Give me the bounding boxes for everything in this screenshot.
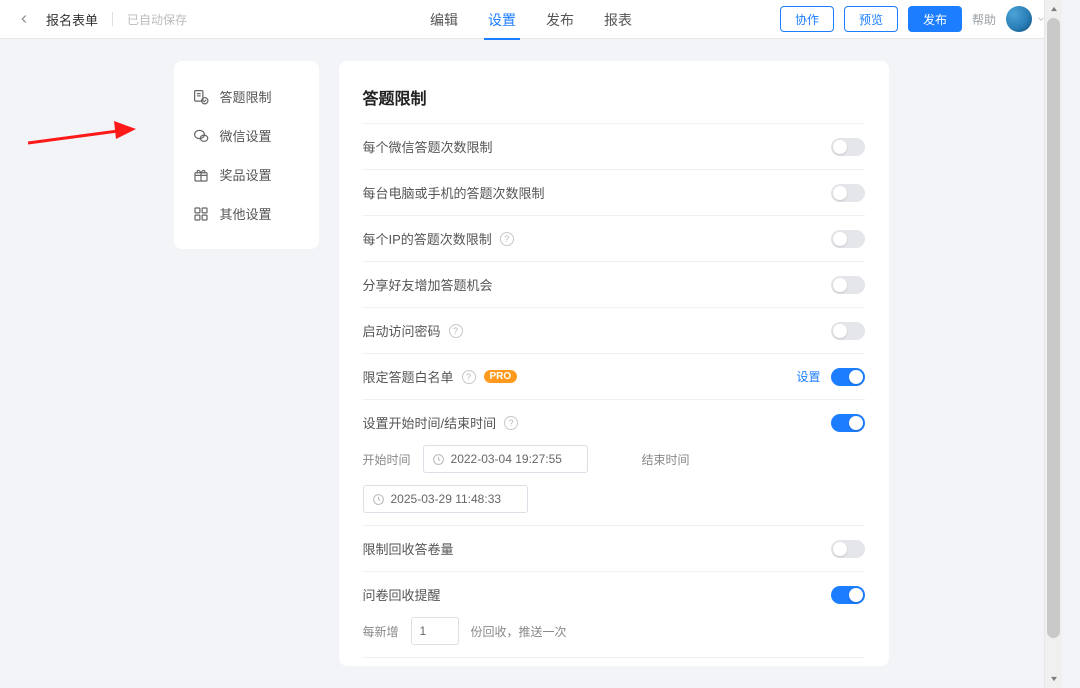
setting-label: 限定答题白名单: [363, 367, 454, 386]
setting-label: 每台电脑或手机的答题次数限制: [363, 183, 545, 202]
recycle-alert-fields: 每新增 1 份回收，推送一次: [363, 617, 865, 657]
preview-button[interactable]: 预览: [844, 6, 898, 32]
whitelist-configure-link[interactable]: 设置: [796, 368, 820, 385]
setting-label: 设置开始时间/结束时间: [363, 413, 497, 432]
sidebar-item-label: 奖品设置: [220, 165, 272, 184]
setting-whitelist: 限定答题白名单 ? PRO 设置: [363, 353, 865, 399]
setting-collect-limit: 限制回收答卷量: [363, 525, 865, 571]
setting-time-range: 设置开始时间/结束时间 ?: [363, 399, 865, 445]
end-time-label: 结束时间: [642, 451, 690, 468]
sidebar-item-label: 微信设置: [220, 126, 272, 145]
scrollbar-thumb[interactable]: [1047, 18, 1060, 638]
sidebar-item-label: 答题限制: [220, 87, 272, 106]
start-time-label: 开始时间: [363, 451, 411, 468]
toggle-ip-limit[interactable]: [831, 230, 865, 248]
toggle-recycle-alert[interactable]: [831, 586, 865, 604]
toggle-time-range[interactable]: [831, 414, 865, 432]
recycle-count-value: 1: [420, 624, 427, 638]
setting-share-chance: 分享好友增加答题机会: [363, 261, 865, 307]
setting-label: 每个微信答题次数限制: [363, 137, 493, 156]
setting-time-range-group: 设置开始时间/结束时间 ? 开始时间 2022-03-04 19:27:55 结…: [363, 399, 865, 525]
setting-device-limit: 每台电脑或手机的答题次数限制: [363, 169, 865, 215]
avatar[interactable]: [1006, 6, 1032, 32]
window-scrollbar[interactable]: [1044, 0, 1062, 688]
setting-label: 每个IP的答题次数限制: [363, 229, 492, 248]
start-time-value: 2022-03-04 19:27:55: [451, 452, 562, 466]
sidebar-item-wechat[interactable]: 微信设置: [174, 116, 319, 155]
clock-icon: [372, 493, 385, 506]
sidebar-item-answer-limit[interactable]: 答题限制: [174, 77, 319, 116]
topbar-left: 报名表单 已自动保存: [16, 10, 187, 29]
toggle-wechat-limit[interactable]: [831, 138, 865, 156]
tab-edit[interactable]: 编辑: [422, 0, 466, 39]
toggle-share-chance[interactable]: [831, 276, 865, 294]
setting-label: 分享好友增加答题机会: [363, 275, 493, 294]
auto-saved-label: 已自动保存: [127, 11, 187, 28]
back-arrow-icon[interactable]: [16, 11, 32, 27]
end-time-input[interactable]: 2025-03-29 11:48:33: [363, 485, 528, 513]
help-icon[interactable]: ?: [500, 232, 514, 246]
topbar-tabs: 编辑 设置 发布 报表: [422, 0, 640, 39]
tab-settings[interactable]: 设置: [480, 0, 524, 39]
scroll-down-button[interactable]: [1045, 670, 1062, 688]
toggle-collect-limit[interactable]: [831, 540, 865, 558]
toggle-whitelist[interactable]: [831, 368, 865, 386]
setting-ip-limit: 每个IP的答题次数限制 ?: [363, 215, 865, 261]
divider: [112, 12, 113, 26]
collaborate-button[interactable]: 协作: [780, 6, 834, 32]
sidebar-item-label: 其他设置: [220, 204, 272, 223]
form-title: 报名表单: [46, 10, 98, 29]
topbar-right: 协作 预览 发布 帮助: [780, 6, 1046, 32]
setting-label: 启动访问密码: [363, 321, 441, 340]
scroll-up-button[interactable]: [1045, 0, 1062, 18]
setting-recycle-alert: 问卷回收提醒: [363, 571, 865, 617]
top-bar: 报名表单 已自动保存 编辑 设置 发布 报表 协作 预览 发布 帮助: [0, 0, 1062, 39]
gift-icon: [192, 166, 210, 184]
sidebar-item-prize[interactable]: 奖品设置: [174, 155, 319, 194]
toggle-access-password[interactable]: [831, 322, 865, 340]
help-icon[interactable]: ?: [504, 416, 518, 430]
sidebar-item-other[interactable]: 其他设置: [174, 194, 319, 233]
clock-icon: [432, 453, 445, 466]
recycle-count-input[interactable]: 1: [411, 617, 459, 645]
help-icon[interactable]: ?: [449, 324, 463, 338]
panel-title: 答题限制: [363, 85, 865, 109]
pro-badge: PRO: [484, 370, 518, 383]
time-range-fields: 开始时间 2022-03-04 19:27:55 结束时间 2025-03-29…: [363, 445, 865, 525]
start-time-input[interactable]: 2022-03-04 19:27:55: [423, 445, 588, 473]
help-icon[interactable]: ?: [462, 370, 476, 384]
help-link[interactable]: 帮助: [972, 11, 996, 28]
setting-wechat-only: 只能通过微信作答: [363, 657, 865, 666]
setting-label: 限制回收答卷量: [363, 539, 454, 558]
answer-limit-icon: [192, 88, 210, 106]
answer-limit-panel: 答题限制 每个微信答题次数限制 每台电脑或手机的答题次数限制 每个IP的答题次数…: [339, 61, 889, 666]
content: 答题限制 微信设置: [0, 39, 1062, 666]
setting-access-password: 启动访问密码 ?: [363, 307, 865, 353]
setting-label: 问卷回收提醒: [363, 585, 441, 604]
end-time-value: 2025-03-29 11:48:33: [391, 492, 502, 506]
publish-button[interactable]: 发布: [908, 6, 962, 32]
setting-recycle-alert-group: 问卷回收提醒 每新增 1 份回收，推送一次: [363, 571, 865, 657]
settings-sidebar: 答题限制 微信设置: [174, 61, 319, 249]
grid-icon: [192, 205, 210, 223]
tab-publish[interactable]: 发布: [538, 0, 582, 39]
tab-reports[interactable]: 报表: [596, 0, 640, 39]
recycle-prefix: 每新增: [363, 623, 399, 640]
setting-wechat-limit: 每个微信答题次数限制: [363, 123, 865, 169]
recycle-suffix: 份回收，推送一次: [471, 623, 567, 640]
wechat-icon: [192, 127, 210, 145]
toggle-device-limit[interactable]: [831, 184, 865, 202]
